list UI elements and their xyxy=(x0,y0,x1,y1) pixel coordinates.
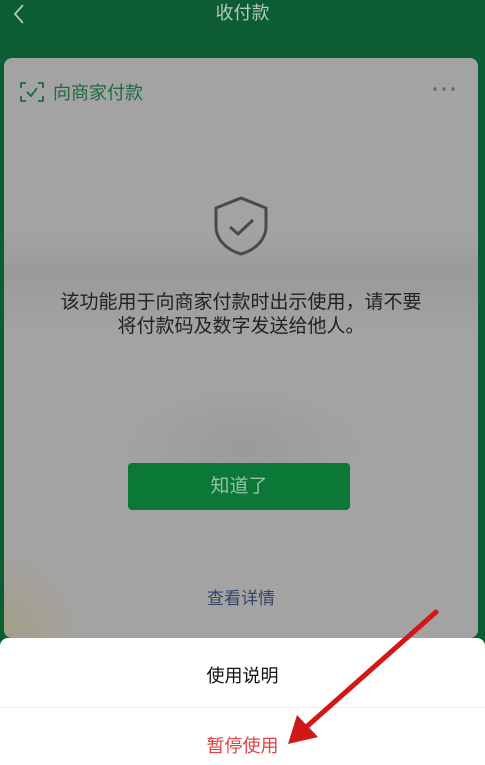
usage-instructions-item[interactable]: 使用说明 xyxy=(0,662,485,688)
scan-icon xyxy=(20,82,44,102)
payment-card: 向商家付款 该功能用于向商家付款时出示使用，请不要 将付款码及数字发送给他人。 … xyxy=(4,58,478,638)
page-title: 收付款 xyxy=(215,3,270,24)
warning-notice: 该功能用于向商家付款时出示使用，请不要 将付款码及数字发送给他人。 xyxy=(14,290,468,338)
top-bar: 收付款 xyxy=(0,0,485,30)
view-details-link[interactable]: 查看详情 xyxy=(4,584,478,609)
pause-usage-item[interactable]: 暂停使用 xyxy=(0,732,485,758)
divider xyxy=(0,707,485,708)
action-sheet: 使用说明 暂停使用 xyxy=(0,638,485,765)
card-title: 向商家付款 xyxy=(53,83,143,104)
notice-line-1: 该功能用于向商家付款时出示使用，请不要 xyxy=(60,291,422,313)
notice-line-2: 将付款码及数字发送给他人。 xyxy=(117,315,365,337)
card-header: 向商家付款 xyxy=(20,80,143,104)
acknowledge-button[interactable]: 知道了 xyxy=(128,463,350,510)
more-icon[interactable] xyxy=(432,84,456,94)
shield-check-icon xyxy=(214,196,268,256)
